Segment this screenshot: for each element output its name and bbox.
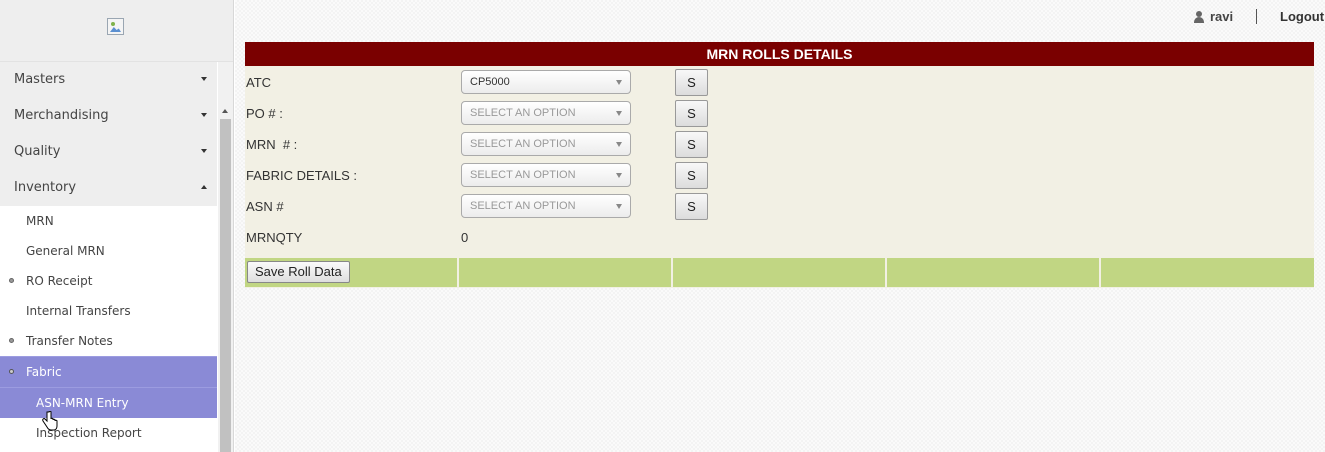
sidebar-item-label: Fabric (26, 365, 62, 379)
form-row-asn: ASN # SELECT AN OPTION S (245, 191, 1314, 222)
form-row-fabric-details: FABRIC DETAILS : SELECT AN OPTION S (245, 160, 1314, 191)
save-roll-data-button[interactable]: Save Roll Data (247, 261, 350, 283)
mrn-rolls-panel: MRN ROLLS DETAILS ATC CP5000 S PO # : SE… (245, 42, 1314, 288)
fabric-details-label: FABRIC DETAILS : (246, 168, 358, 183)
bullet-icon (9, 338, 14, 343)
sidebar-item-label: ASN-MRN Entry (36, 396, 129, 410)
scroll-up-arrow-icon[interactable] (222, 109, 228, 113)
logout-link[interactable]: Logout (1280, 9, 1324, 24)
asn-s-button[interactable]: S (675, 193, 708, 220)
panel-title: MRN ROLLS DETAILS (245, 42, 1314, 66)
sidebar-item-label: General MRN (26, 244, 105, 258)
mrn-s-button[interactable]: S (675, 131, 708, 158)
user-icon (1194, 11, 1204, 23)
sidebar-item-inspection-report[interactable]: Inspection Report (0, 418, 217, 448)
logo-area (0, 0, 233, 62)
chevron-down-icon (201, 77, 207, 81)
action-cell (459, 258, 673, 287)
chevron-up-icon (201, 185, 207, 189)
form-row-mrn-qty: MRNQTY 0 (245, 222, 1314, 253)
sidebar-item-fabric[interactable]: Fabric (0, 356, 217, 387)
sidebar-item-asn-mrn-entry[interactable]: ASN-MRN Entry (0, 387, 217, 418)
asn-select[interactable]: SELECT AN OPTION (461, 194, 631, 218)
sidebar-item-internal-transfers[interactable]: Internal Transfers (0, 296, 217, 326)
sidebar-item-label: RO Receipt (26, 274, 93, 288)
menu-merchandising-label: Merchandising (14, 108, 109, 123)
menu-quality[interactable]: Quality (0, 134, 217, 170)
action-cell (673, 258, 887, 287)
po-select[interactable]: SELECT AN OPTION (461, 101, 631, 125)
po-label: PO # : (246, 106, 283, 121)
dropdown-arrow-icon (616, 204, 622, 209)
scrollbar-thumb[interactable] (220, 119, 231, 452)
form-row-mrn: MRN # : SELECT AN OPTION S (245, 129, 1314, 160)
menu-masters[interactable]: Masters (0, 62, 217, 98)
bullet-icon (9, 278, 14, 283)
form-row-po: PO # : SELECT AN OPTION S (245, 98, 1314, 129)
action-cell (887, 258, 1101, 287)
atc-s-button[interactable]: S (675, 69, 708, 96)
dropdown-arrow-icon (616, 142, 622, 147)
form-row-atc: ATC CP5000 S (245, 67, 1314, 98)
sidebar: Masters Merchandising Quality Inventory … (0, 0, 234, 452)
chevron-down-icon (201, 149, 207, 153)
mrn-label: MRN # : (246, 137, 298, 152)
dropdown-arrow-icon (616, 80, 622, 85)
dropdown-arrow-icon (616, 173, 622, 178)
sidebar-item-label: Internal Transfers (26, 304, 131, 318)
bullet-icon (9, 369, 14, 374)
mrn-qty-value: 0 (461, 230, 469, 245)
menu-merchandising[interactable]: Merchandising (0, 98, 217, 134)
menu-inventory[interactable]: Inventory (0, 170, 217, 206)
action-cell: Save Roll Data (245, 258, 459, 287)
chevron-down-icon (201, 113, 207, 117)
action-cell (1101, 258, 1314, 287)
mrn-select[interactable]: SELECT AN OPTION (461, 132, 631, 156)
inventory-submenu: MRN General MRN RO Receipt Internal Tran… (0, 206, 217, 448)
sidebar-item-label: MRN (26, 214, 54, 228)
po-select-value: SELECT AN OPTION (470, 107, 576, 119)
menu-inventory-label: Inventory (14, 180, 77, 195)
sidebar-item-ro-receipt[interactable]: RO Receipt (0, 266, 217, 296)
atc-select[interactable]: CP5000 (461, 70, 631, 94)
mrn-qty-label: MRNQTY (246, 230, 303, 245)
asn-label: ASN # (246, 199, 284, 214)
sidebar-item-transfer-notes[interactable]: Transfer Notes (0, 326, 217, 356)
hand-cursor-icon (42, 411, 58, 431)
atc-select-value: CP5000 (470, 76, 510, 88)
divider (1256, 9, 1257, 24)
fabric-details-s-button[interactable]: S (675, 162, 708, 189)
atc-label: ATC (246, 75, 272, 90)
sidebar-item-mrn[interactable]: MRN (0, 206, 217, 236)
username: ravi (1210, 9, 1234, 24)
sidebar-menu: Masters Merchandising Quality Inventory … (0, 62, 217, 448)
menu-quality-label: Quality (14, 144, 61, 159)
asn-select-value: SELECT AN OPTION (470, 200, 576, 212)
sidebar-scrollbar[interactable] (218, 62, 233, 452)
broken-image-icon (107, 18, 124, 35)
po-s-button[interactable]: S (675, 100, 708, 127)
fabric-details-select-value: SELECT AN OPTION (470, 169, 576, 181)
mrn-select-value: SELECT AN OPTION (470, 138, 576, 150)
menu-masters-label: Masters (14, 72, 66, 87)
dropdown-arrow-icon (616, 111, 622, 116)
sidebar-item-label: Transfer Notes (26, 334, 113, 348)
action-bar: Save Roll Data (245, 258, 1314, 287)
fabric-details-select[interactable]: SELECT AN OPTION (461, 163, 631, 187)
top-bar: ravi Logout (1025, 0, 1325, 34)
main-content: ravi Logout MRN ROLLS DETAILS ATC CP5000… (235, 0, 1325, 452)
sidebar-item-general-mrn[interactable]: General MRN (0, 236, 217, 266)
